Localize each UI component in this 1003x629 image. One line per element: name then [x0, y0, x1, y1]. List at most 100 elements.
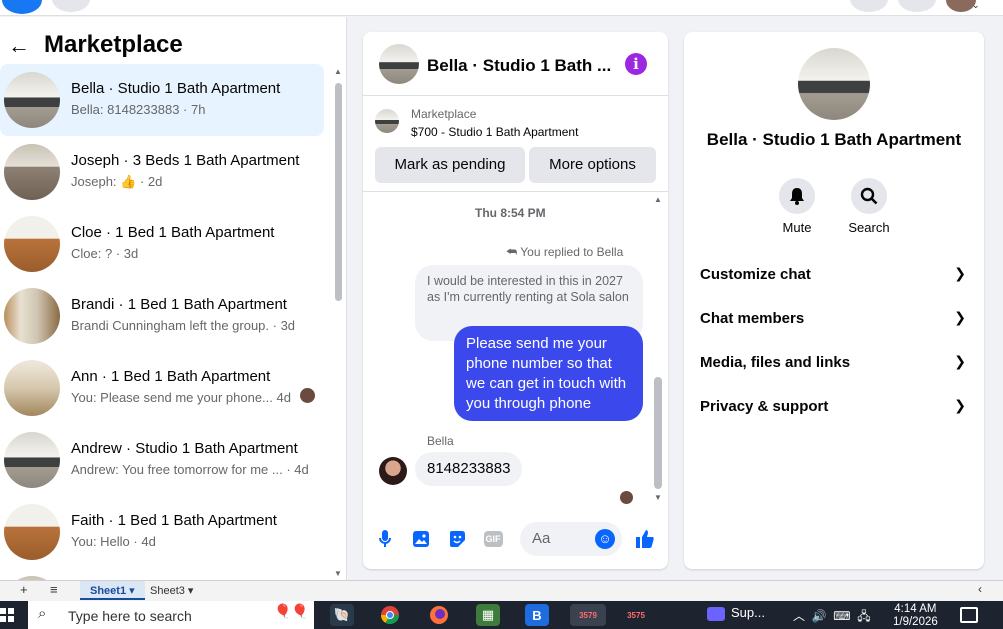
scroll-down-icon[interactable]: ▼: [334, 569, 342, 578]
listing-thumbnail: [4, 360, 60, 416]
scroll-down-icon[interactable]: ▼: [654, 493, 662, 502]
scrollbar-thumb[interactable]: [654, 377, 662, 489]
emoji-icon[interactable]: ☺: [595, 529, 615, 549]
taskbar-search-box[interactable]: ⌕ Type here to search 🎈🎈: [28, 601, 314, 629]
mark-pending-button[interactable]: Mark as pending: [375, 147, 525, 183]
bell-icon[interactable]: [779, 178, 815, 214]
chat-members-row[interactable]: Chat members ❯: [700, 309, 972, 334]
chevron-down-icon: ❯: [954, 309, 966, 325]
listing-price[interactable]: $700 - Studio 1 Bath Apartment: [411, 125, 578, 139]
seen-avatar: [300, 388, 315, 403]
listing-thumbnail[interactable]: [375, 109, 399, 133]
chevron-down-icon: ❯: [954, 265, 966, 281]
more-options-button[interactable]: More options: [529, 147, 656, 183]
conversation-list-panel: ← Marketplace Bella · Studio 1 Bath Apar…: [0, 17, 347, 584]
taskbar-clock[interactable]: 4:14 AM 1/9/2026: [893, 603, 938, 629]
listing-card: Marketplace $700 - Studio 1 Bath Apartme…: [363, 97, 668, 192]
chat-info-avatar[interactable]: [798, 48, 870, 120]
row-label: Customize chat: [700, 266, 811, 283]
mute-button[interactable]: Mute: [767, 178, 827, 235]
shield-app-icon[interactable]: B: [525, 604, 549, 626]
notifications-icon[interactable]: [898, 0, 936, 12]
sheet-tab[interactable]: Sheet3 ▾: [150, 584, 193, 597]
sheet-tab-active[interactable]: Sheet1 ▾: [80, 581, 145, 600]
chat-avatar[interactable]: [379, 44, 419, 84]
chrome-icon[interactable]: [378, 604, 402, 626]
page-title: Marketplace: [44, 31, 183, 58]
sheets-app-icon[interactable]: ▦: [476, 604, 500, 626]
photo-icon[interactable]: [410, 528, 432, 550]
add-sheet-icon[interactable]: +: [20, 582, 28, 597]
chat-info-title: Bella · Studio 1 Bath Apartment: [706, 130, 962, 149]
sheet-tab-bar: + ≡ Sheet1 ▾ Sheet3 ▾ ‹: [0, 580, 1003, 600]
thumbs-up-icon[interactable]: [634, 528, 656, 550]
listing-label: Marketplace: [411, 107, 477, 121]
gif-icon[interactable]: GIF: [482, 528, 504, 550]
row-label: Privacy & support: [700, 398, 829, 415]
conversation-item[interactable]: Ann · 1 Bed 1 Bath Apartment You: Please…: [0, 352, 324, 424]
seen-avatar: [620, 491, 633, 504]
listing-thumbnail: [4, 216, 60, 272]
conversation-title: Brandi · 1 Bed 1 Bath Apartment: [71, 296, 287, 313]
conversation-item[interactable]: Brandi · 1 Bed 1 Bath Apartment Brandi C…: [0, 280, 324, 352]
conversation-item[interactable]: Bella · Studio 1 Bath Apartment Bella: 8…: [0, 64, 324, 136]
back-arrow-icon[interactable]: ←: [8, 33, 30, 59]
media-files-links-row[interactable]: Media, files and links ❯: [700, 353, 972, 378]
customize-chat-row[interactable]: Customize chat ❯: [700, 265, 972, 290]
conversation-title: Andrew · Studio 1 Bath Apartment: [71, 440, 298, 457]
sheet-list-icon[interactable]: ≡: [50, 582, 58, 597]
message-timestamp: Thu 8:54 PM: [475, 206, 546, 220]
conversation-snippet: Andrew: You free tomorrow for me ... · 4…: [71, 462, 309, 477]
listing-thumbnail: [4, 72, 60, 128]
conversation-snippet: You: Please send me your phone... 4d: [71, 390, 291, 405]
microphone-icon[interactable]: [374, 528, 396, 550]
received-message[interactable]: 8148233883: [415, 452, 523, 486]
chevron-down-icon: ⌄: [972, 0, 980, 10]
sender-name: Bella: [427, 434, 454, 448]
top-navbar: ⌄: [0, 0, 1003, 16]
chat-header: Bella · Studio 1 Bath ... i: [363, 32, 668, 96]
sticker-icon[interactable]: [446, 528, 468, 550]
search-icon[interactable]: [851, 178, 887, 214]
conversation-snippet: Joseph: 👍 · 2d: [71, 174, 163, 189]
chat-scrollbar[interactable]: ▲ ▼: [653, 195, 663, 507]
firefox-icon[interactable]: [427, 604, 451, 626]
clock-date: 1/9/2026: [893, 616, 938, 628]
chevron-left-icon[interactable]: ‹: [978, 582, 982, 596]
conversation-title: Faith · 1 Bed 1 Bath Apartment: [71, 512, 277, 529]
scrollbar-thumb[interactable]: [335, 83, 342, 301]
scroll-up-icon[interactable]: ▲: [654, 195, 662, 204]
conversation-snippet: Cloe: ? · 3d: [71, 246, 139, 261]
listing-thumbnail: [4, 144, 60, 200]
search-in-chat-button[interactable]: Search: [839, 178, 899, 235]
facebook-logo[interactable]: [2, 0, 42, 14]
search-label: Search: [848, 220, 890, 235]
sender-avatar[interactable]: [379, 457, 407, 485]
system-tray[interactable]: ︿ 🔊 ⌨ 🖧: [793, 607, 871, 628]
taskbar-badge-app[interactable]: 3579: [570, 604, 606, 626]
search-icon[interactable]: [52, 0, 90, 12]
app-icon[interactable]: 🐚: [330, 604, 354, 626]
conversation-item[interactable]: Cloe · 1 Bed 1 Bath Apartment Cloe: ? · …: [0, 208, 324, 280]
listing-thumbnail: [4, 504, 60, 560]
conversation-item[interactable]: Faith · 1 Bed 1 Bath Apartment You: Hell…: [0, 496, 324, 568]
chat-title[interactable]: Bella · Studio 1 Bath ...: [427, 56, 611, 76]
conversation-snippet: Bella: 8148233883 · 7h: [71, 102, 206, 117]
conversation-item[interactable]: Andrew · Studio 1 Bath Apartment Andrew:…: [0, 424, 324, 496]
conversation-list-scrollbar[interactable]: ▲ ▼: [333, 67, 343, 584]
taskbar-search-placeholder: Type here to search: [68, 608, 192, 624]
taskbar-badge-app[interactable]: 3575: [618, 604, 654, 626]
windows-start-icon[interactable]: [0, 608, 14, 622]
info-icon[interactable]: i: [625, 53, 647, 75]
reply-label: You replied to Bella: [520, 245, 624, 259]
row-label: Chat members: [700, 310, 805, 327]
conversation-item[interactable]: Joseph · 3 Beds 1 Bath Apartment Joseph:…: [0, 136, 324, 208]
taskbar-app-window[interactable]: Sup...: [707, 605, 765, 621]
scroll-up-icon[interactable]: ▲: [334, 67, 342, 76]
menu-icon[interactable]: [850, 0, 888, 12]
notification-center-icon[interactable]: [960, 607, 978, 623]
sent-message[interactable]: Please send me your phone number so that…: [454, 326, 643, 421]
conversation-title: Bella · Studio 1 Bath Apartment: [71, 80, 281, 97]
privacy-support-row[interactable]: Privacy & support ❯: [700, 397, 972, 422]
balloons-icon: 🎈🎈: [274, 603, 309, 619]
